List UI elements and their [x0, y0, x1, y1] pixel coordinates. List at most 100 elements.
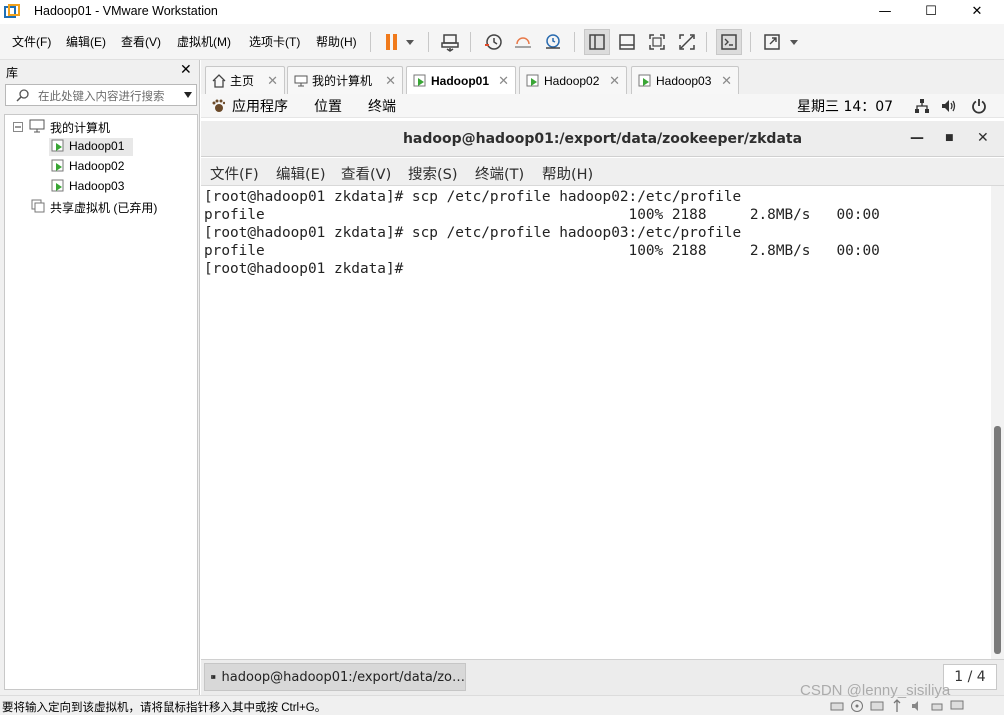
- vmware-app-icon: [4, 4, 20, 20]
- minimize-button[interactable]: —: [862, 0, 908, 24]
- menu-view[interactable]: 查看(V): [121, 33, 161, 50]
- menu-tabs[interactable]: 选项卡(T): [249, 33, 300, 50]
- csdn-watermark: CSDN @lenny_sisiliya: [800, 682, 951, 699]
- menu-vm[interactable]: 虚拟机(M): [177, 33, 231, 50]
- minus-box-icon: [13, 122, 23, 132]
- terminal-close-button[interactable]: ✕: [977, 130, 989, 146]
- close-button[interactable]: ✕: [954, 0, 1000, 24]
- vm-running-icon: [526, 74, 539, 86]
- network-icon[interactable]: [914, 98, 930, 117]
- scrollbar-thumb[interactable]: [994, 426, 1001, 654]
- toolbar-separator: [428, 32, 429, 52]
- chevron-down-icon[interactable]: [183, 91, 193, 99]
- terminal-menu-help[interactable]: 帮助(H): [542, 163, 593, 184]
- shared-vms-icon: [31, 199, 45, 216]
- menu-help[interactable]: 帮助(H): [316, 33, 357, 50]
- gnome-menu-terminal[interactable]: 终端: [368, 96, 396, 116]
- volume-icon[interactable]: [941, 98, 957, 117]
- gnome-foot-icon: [211, 99, 226, 116]
- terminal-menu-file[interactable]: 文件(F): [210, 163, 259, 184]
- taskbar-window-item[interactable]: hadoop@hadoop01:/export/data/zo…: [204, 663, 466, 691]
- console-view-button[interactable]: [716, 29, 742, 55]
- tree-item-hadoop01[interactable]: Hadoop01: [69, 139, 124, 153]
- tab-close-icon[interactable]: ✕: [385, 73, 396, 89]
- status-message: 要将输入定向到该虚拟机，请将鼠标指针移入其中或按 Ctrl+G。: [2, 702, 327, 714]
- tab-close-icon[interactable]: ✕: [721, 73, 732, 89]
- maximize-button[interactable]: ☐: [908, 0, 954, 24]
- terminal-title-bar: hadoop@hadoop01:/export/data/zookeeper/z…: [201, 121, 1004, 157]
- workspace-pager[interactable]: 1 / 4: [943, 664, 997, 690]
- hard-disk-icon[interactable]: [830, 699, 844, 713]
- terminal-menu-bar: 文件(F) 编辑(E) 查看(V) 搜索(S) 终端(T) 帮助(H): [201, 158, 1004, 186]
- terminal-output[interactable]: [root@hadoop01 zkdata]# scp /etc/profile…: [201, 186, 991, 659]
- terminal-line: [root@hadoop01 zkdata]# scp /etc/profile…: [204, 189, 742, 205]
- library-close-button[interactable]: ✕: [180, 62, 192, 78]
- tree-item-hadoop02[interactable]: Hadoop02: [69, 159, 124, 173]
- terminal-menu-search[interactable]: 搜索(S): [408, 163, 458, 184]
- stretch-view-button[interactable]: [760, 29, 802, 55]
- tab-hadoop03[interactable]: Hadoop03 ✕: [631, 66, 739, 94]
- gnome-menu-applications[interactable]: 应用程序: [232, 96, 288, 116]
- terminal-line: [root@hadoop01 zkdata]# scp /etc/profile…: [204, 225, 742, 241]
- library-panel: 库 ✕ 在此处键入内容进行搜索 我的计算机 Hadoop01 Hadoop02 …: [0, 60, 200, 695]
- tree-item-hadoop03[interactable]: Hadoop03: [69, 179, 124, 193]
- terminal-line: profile 100% 2188 2.8MB/s 00:00: [204, 207, 880, 223]
- tab-close-icon[interactable]: ✕: [609, 73, 620, 89]
- snapshot-manager-button[interactable]: [540, 29, 566, 55]
- menu-toolbar: 文件(F) 编辑(E) 查看(V) 虚拟机(M) 选项卡(T) 帮助(H): [0, 24, 1004, 60]
- stretch-view-icon: [764, 34, 798, 50]
- display-icon[interactable]: [950, 699, 964, 713]
- taskbar-window-label: hadoop@hadoop01:/export/data/zo…: [221, 669, 465, 685]
- menu-file[interactable]: 文件(F): [12, 33, 51, 50]
- snapshot-manager-icon: [546, 34, 560, 49]
- thumbnail-bar-button[interactable]: [614, 29, 640, 55]
- terminal-minimize-button[interactable]: —: [910, 130, 924, 146]
- sound-card-icon[interactable]: [910, 699, 924, 713]
- console-icon: [721, 34, 737, 50]
- tab-my-computer[interactable]: 我的计算机 ✕: [287, 66, 403, 94]
- computer-icon: [29, 119, 45, 136]
- vm-running-icon: [51, 179, 65, 196]
- unity-mode-button[interactable]: [674, 29, 700, 55]
- thumbnail-layout-icon: [619, 34, 635, 50]
- revert-snapshot-button[interactable]: [510, 29, 536, 55]
- tree-item-my-computer[interactable]: 我的计算机: [50, 119, 110, 136]
- power-icon[interactable]: [971, 98, 987, 117]
- send-ctrl-alt-del-button[interactable]: [437, 29, 463, 55]
- toolbar-separator: [370, 32, 371, 52]
- gnome-menu-places[interactable]: 位置: [314, 96, 342, 116]
- tab-label: Hadoop03: [656, 73, 712, 88]
- terminal-scrollbar[interactable]: [991, 186, 1004, 659]
- computer-icon: [294, 75, 308, 86]
- library-title: 库: [6, 66, 19, 80]
- terminal-menu-view[interactable]: 查看(V): [341, 163, 391, 184]
- network-adapter-icon[interactable]: [870, 699, 884, 713]
- tree-item-shared-vms[interactable]: 共享虚拟机 (已弃用): [50, 199, 157, 216]
- terminal-maximize-button[interactable]: ■: [945, 133, 954, 143]
- tab-close-icon[interactable]: ✕: [498, 73, 509, 89]
- printer-icon[interactable]: [930, 699, 944, 713]
- pause-button[interactable]: [380, 29, 418, 55]
- revert-snapshot-icon: [515, 37, 531, 48]
- usb-icon[interactable]: [890, 699, 904, 713]
- tab-hadoop02[interactable]: Hadoop02 ✕: [519, 66, 627, 94]
- snapshot-button[interactable]: [480, 29, 506, 55]
- cd-drive-icon[interactable]: [850, 699, 864, 713]
- full-screen-button[interactable]: [644, 29, 670, 55]
- library-tree: 我的计算机 Hadoop01 Hadoop02 Hadoop03 共享虚拟机 (…: [4, 114, 198, 690]
- menu-edit[interactable]: 编辑(E): [66, 33, 106, 50]
- terminal-menu-terminal[interactable]: 终端(T): [475, 163, 524, 184]
- library-search-input[interactable]: 在此处键入内容进行搜索: [5, 84, 197, 106]
- guest-display[interactable]: 应用程序 位置 终端 星期三 14：07 hadoop@hadoop01:/ex…: [201, 94, 1004, 695]
- tab-close-icon[interactable]: ✕: [267, 73, 278, 89]
- tab-hadoop01[interactable]: Hadoop01 ✕: [406, 66, 516, 95]
- tab-home[interactable]: 主页 ✕: [205, 66, 285, 94]
- vm-running-icon: [413, 74, 426, 87]
- terminal-line: profile 100% 2188 2.8MB/s 00:00: [204, 243, 880, 259]
- terminal-menu-edit[interactable]: 编辑(E): [276, 163, 325, 184]
- search-placeholder: 在此处键入内容进行搜索: [38, 89, 165, 103]
- show-library-button[interactable]: [584, 29, 610, 55]
- tab-label: Hadoop01: [431, 74, 490, 88]
- collapse-toggle[interactable]: [13, 121, 23, 135]
- gnome-clock[interactable]: 星期三 14：07: [797, 96, 893, 116]
